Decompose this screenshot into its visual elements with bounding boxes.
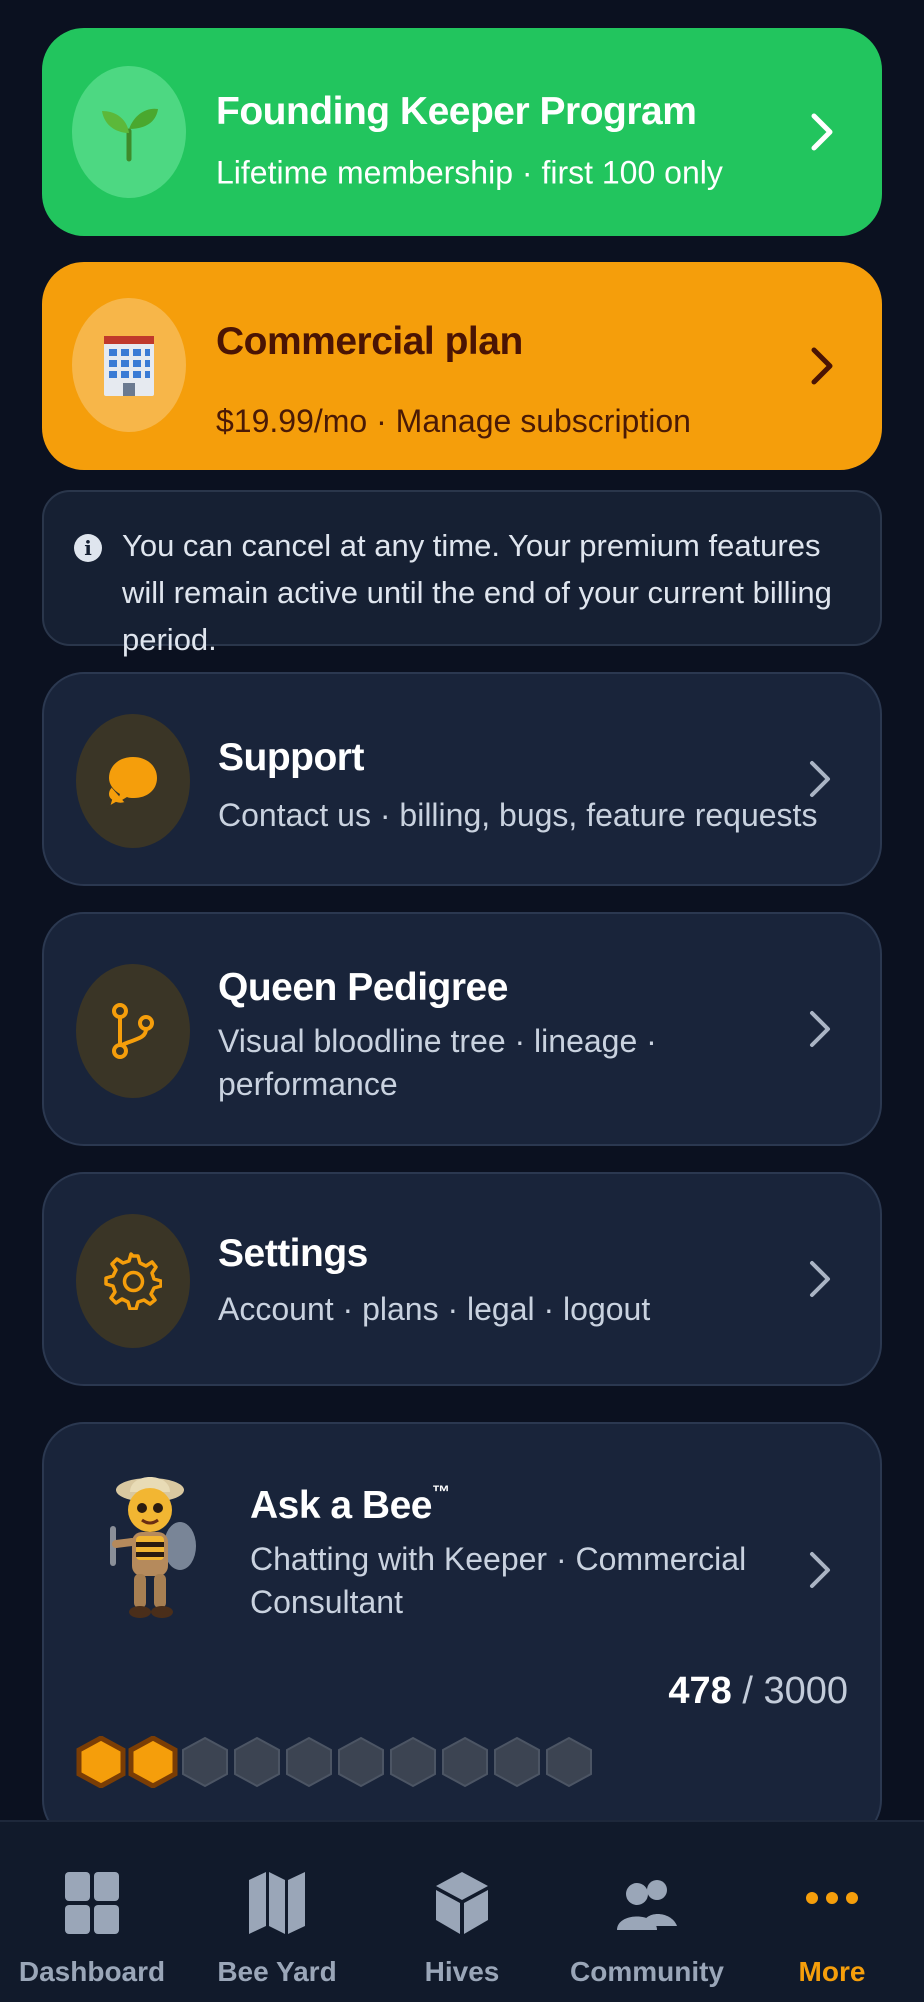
chevron-right-icon: [811, 347, 833, 385]
queen-pedigree-item[interactable]: Queen Pedigree Visual bloodline tree · l…: [42, 912, 882, 1146]
ask-a-bee-title: Ask a Bee™: [250, 1482, 450, 1528]
bottom-nav: Dashboard Bee Yard Hives Community More: [0, 1820, 924, 2002]
commercial-plan-title: Commercial plan: [216, 320, 523, 363]
grid-icon: [65, 1872, 119, 1934]
office-building-icon: [72, 298, 186, 432]
support-item[interactable]: Support Contact us · billing, bugs, feat…: [42, 672, 882, 886]
ask-a-bee-card[interactable]: Ask a Bee™ Chatting with Keeper · Commer…: [42, 1422, 882, 1842]
hex-empty: [182, 1736, 228, 1788]
nav-dashboard-label: Dashboard: [18, 1956, 166, 1987]
founding-keeper-title: Founding Keeper Program: [216, 90, 697, 133]
gear-icon: [76, 1214, 190, 1348]
cube-icon: [436, 1872, 488, 1934]
hex-empty: [494, 1736, 540, 1788]
trademark-symbol: ™: [431, 1482, 450, 1502]
nav-bee-yard[interactable]: Bee Yard: [185, 1822, 369, 2002]
chevron-right-icon: [810, 761, 830, 797]
info-icon: i: [74, 534, 102, 562]
ask-a-bee-title-text: Ask a Bee: [250, 1484, 432, 1527]
cancellation-notice: i You can cancel at any time. Your premi…: [42, 490, 882, 657]
chevron-right-icon: [810, 1011, 830, 1047]
hex-empty: [338, 1736, 384, 1788]
seedling-icon: [72, 66, 186, 198]
usage-separator: /: [742, 1670, 753, 1712]
settings-item[interactable]: Settings Account · plans · legal · logou…: [42, 1172, 882, 1386]
founding-keeper-subtitle: Lifetime membership · first 100 only: [216, 154, 723, 191]
nav-more[interactable]: More: [740, 1822, 924, 2002]
nav-community[interactable]: Community: [555, 1822, 739, 2002]
messages-used: 478: [668, 1670, 732, 1712]
message-usage-counter: 478 / 3000: [668, 1670, 848, 1713]
support-title: Support: [218, 736, 364, 779]
hex-empty: [390, 1736, 436, 1788]
messages-limit: 3000: [763, 1670, 848, 1712]
hex-empty: [286, 1736, 332, 1788]
founding-keeper-card[interactable]: Founding Keeper Program Lifetime members…: [42, 28, 882, 236]
ask-a-bee-subtitle: Chatting with Keeper · Commercial Consul…: [250, 1541, 747, 1620]
commercial-plan-subtitle: $19.99/mo · Manage subscription: [216, 403, 691, 439]
nav-hives[interactable]: Hives: [370, 1822, 554, 2002]
support-subtitle: Contact us · billing, bugs, feature requ…: [218, 797, 818, 833]
chevron-right-icon: [810, 1261, 830, 1297]
hex-filled: [128, 1736, 178, 1788]
chevron-right-icon: [811, 113, 833, 151]
chat-bubbles-icon: [76, 714, 190, 848]
chevron-right-icon: [810, 1552, 830, 1588]
nav-dashboard[interactable]: Dashboard: [0, 1822, 184, 2002]
settings-title: Settings: [218, 1232, 368, 1275]
usage-hex-meter: [76, 1736, 594, 1788]
nav-hives-label: Hives: [424, 1956, 500, 1987]
nav-more-label: More: [798, 1956, 866, 1987]
commercial-plan-card[interactable]: Commercial plan $19.99/mo · Manage subsc…: [42, 262, 882, 470]
hex-empty: [234, 1736, 280, 1788]
hex-empty: [442, 1736, 488, 1788]
cancellation-notice-text: You can cancel at any time. Your premium…: [122, 528, 832, 657]
nav-bee-yard-label: Bee Yard: [217, 1956, 337, 1987]
queen-pedigree-subtitle: Visual bloodline tree · lineage · perfor…: [218, 1023, 657, 1102]
settings-subtitle: Account · plans · legal · logout: [218, 1291, 651, 1327]
map-icon: [249, 1872, 305, 1934]
users-icon: [617, 1880, 677, 1930]
branch-icon: [76, 964, 190, 1098]
bee-keeper-mascot: [110, 1477, 196, 1618]
hex-empty: [546, 1736, 592, 1788]
hex-filled: [76, 1736, 126, 1788]
queen-pedigree-title: Queen Pedigree: [218, 966, 508, 1009]
nav-community-label: Community: [570, 1956, 724, 1987]
dots-icon: [806, 1892, 858, 1904]
